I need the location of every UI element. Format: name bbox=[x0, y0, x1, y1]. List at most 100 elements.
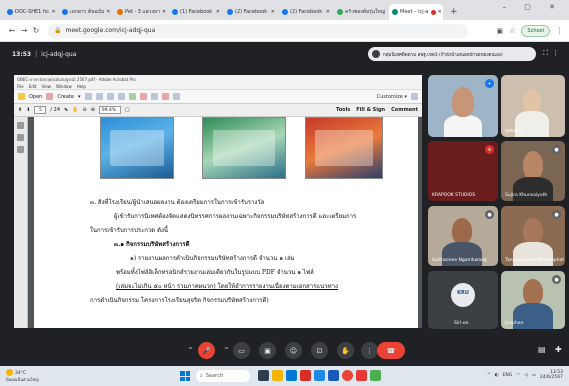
mic-options-caret[interactable]: ^ bbox=[188, 347, 193, 354]
participant-tile[interactable]: ● Tanawaraporn Khemaphat bbox=[501, 206, 565, 266]
extensions-icon[interactable]: ▣ bbox=[496, 27, 503, 35]
zoom-input[interactable]: 99.4% bbox=[98, 106, 121, 114]
present-button[interactable]: ⊡ bbox=[311, 342, 328, 359]
hand-tool-icon[interactable]: ✋ bbox=[72, 107, 78, 113]
tools-panel-button[interactable]: Tools bbox=[336, 107, 350, 113]
raise-hand-button[interactable]: ✋ bbox=[337, 342, 354, 359]
language-indicator[interactable]: ENG bbox=[503, 373, 513, 378]
weather-widget[interactable]: 34°C มีแดดเป็นส่วนใหญ่ bbox=[6, 369, 38, 384]
word-icon[interactable] bbox=[314, 370, 325, 381]
menu-view[interactable]: View bbox=[41, 84, 51, 89]
close-tab-icon[interactable]: ✕ bbox=[49, 9, 55, 15]
document-icon[interactable] bbox=[117, 93, 125, 100]
dropdown-icon[interactable]: ▾ bbox=[78, 94, 81, 100]
page-up-icon[interactable]: ⬆ bbox=[18, 107, 22, 113]
participant-tile[interactable]: ● Suthasinee Ngamkwang bbox=[428, 206, 498, 266]
bookmark-icon[interactable]: ☆ bbox=[509, 27, 515, 35]
menu-window[interactable]: Window bbox=[56, 84, 72, 89]
more-options-icon[interactable]: ⋮ bbox=[552, 49, 563, 57]
browser-tab[interactable]: (2) Facebook ✕ bbox=[279, 4, 333, 20]
camera-button[interactable]: ▭ bbox=[233, 342, 250, 359]
more-options-button[interactable]: ⋮ bbox=[361, 342, 378, 359]
close-tab-icon[interactable]: ✕ bbox=[385, 9, 388, 15]
volume-icon[interactable]: ◁ bbox=[524, 373, 527, 378]
highlight-icon[interactable] bbox=[150, 93, 158, 100]
menu-file[interactable]: File bbox=[17, 84, 24, 89]
comment-panel-button[interactable]: Comment bbox=[391, 107, 418, 113]
fullscreen-icon[interactable]: ⛶ bbox=[543, 49, 552, 57]
outlook-icon[interactable] bbox=[328, 370, 339, 381]
emoji-button[interactable]: ☺ bbox=[285, 342, 302, 359]
attachments-icon[interactable] bbox=[17, 146, 24, 153]
browser-tab[interactable]: (2) Facebook ✕ bbox=[224, 4, 278, 20]
select-tool-icon[interactable]: ⬉ bbox=[64, 107, 68, 113]
save-icon[interactable] bbox=[84, 93, 92, 100]
menu-edit[interactable]: Edit bbox=[29, 84, 37, 89]
profile-button[interactable]: School bbox=[521, 24, 550, 37]
battery-icon[interactable]: ▭ bbox=[532, 373, 536, 378]
page-number-input[interactable]: 5 bbox=[34, 106, 47, 114]
tray-app-icon[interactable]: ◐ bbox=[495, 373, 499, 378]
window-controls[interactable]: – ▢ ✕ bbox=[503, 3, 563, 11]
participant-tile[interactable]: KRU Siri-on bbox=[428, 271, 498, 329]
participant-tile[interactable]: ● Sujira Khunsaiyuth bbox=[501, 141, 565, 201]
reload-icon[interactable]: ↻ bbox=[30, 26, 42, 35]
close-tab-icon[interactable]: ✕ bbox=[324, 9, 330, 15]
menu-icon[interactable]: ⋮ bbox=[556, 27, 563, 35]
email-icon[interactable] bbox=[106, 93, 114, 100]
acrobat-icon[interactable] bbox=[356, 370, 367, 381]
store-icon[interactable] bbox=[300, 370, 311, 381]
close-tab-icon[interactable]: ✕ bbox=[160, 9, 166, 15]
close-tab-icon[interactable]: ✕ bbox=[214, 9, 220, 15]
comment-icon[interactable] bbox=[139, 93, 147, 100]
more-options-icon[interactable]: + bbox=[485, 79, 494, 88]
tray-chevron-icon[interactable]: ^ bbox=[487, 373, 491, 378]
participant-tile[interactable]: ⦸ KRAPOOK STUDIOS bbox=[428, 141, 498, 201]
expand-icon[interactable] bbox=[411, 93, 418, 100]
zoom-in-icon[interactable]: ⊕ bbox=[91, 107, 95, 113]
captions-button[interactable]: ▣ bbox=[259, 342, 276, 359]
task-view-icon[interactable] bbox=[258, 370, 269, 381]
app-icon[interactable] bbox=[370, 370, 381, 381]
browser-tab[interactable]: (1) Facebook ✕ bbox=[169, 4, 223, 20]
browser-tab[interactable]: Pet · 3 แสวงหา ✕ bbox=[114, 4, 168, 20]
mic-off-button[interactable]: 🎤 bbox=[198, 342, 215, 359]
create-button[interactable]: Create bbox=[57, 94, 74, 100]
bookmarks-icon[interactable] bbox=[17, 134, 24, 141]
browser-tab[interactable]: DOC-SHE1 fo: ✕ bbox=[4, 4, 58, 20]
thumbnails-icon[interactable] bbox=[17, 122, 24, 129]
taskbar-search[interactable]: ⌕ Search bbox=[196, 370, 250, 382]
wifi-icon[interactable]: ◠ bbox=[516, 373, 520, 378]
url-input[interactable]: 🔒 meet.google.com/icj-adqj-qua bbox=[48, 23, 468, 38]
chrome-icon[interactable] bbox=[342, 370, 353, 381]
forward-icon[interactable]: → bbox=[18, 26, 30, 35]
taskbar-clock[interactable]: 13:53 24/6/2567 bbox=[540, 370, 563, 380]
page-down-icon[interactable]: ⬇ bbox=[26, 107, 30, 113]
participant-tile[interactable]: ● jiraphan bbox=[501, 271, 565, 329]
zoom-out-icon[interactable]: ⊖ bbox=[82, 107, 86, 113]
leave-call-button[interactable]: ☎ bbox=[377, 342, 405, 359]
file-explorer-icon[interactable] bbox=[272, 370, 283, 381]
fit-page-icon[interactable]: ▢ bbox=[125, 107, 130, 113]
print-icon[interactable] bbox=[95, 93, 103, 100]
edge-icon[interactable] bbox=[286, 370, 297, 381]
attach-icon[interactable] bbox=[172, 93, 180, 100]
stamp-icon[interactable] bbox=[161, 93, 169, 100]
browser-tab[interactable]: ครัวซองท์อรุ่นใหญ่✕ bbox=[334, 4, 388, 20]
camera-options-caret[interactable]: ^ bbox=[224, 347, 229, 354]
fill-sign-panel-button[interactable]: Fill & Sign bbox=[356, 107, 385, 113]
browser-tab-active[interactable]: Meet – icj-a ✕ bbox=[389, 4, 443, 20]
new-tab-button[interactable]: + bbox=[444, 4, 464, 20]
close-tab-icon[interactable]: ✕ bbox=[436, 9, 442, 15]
close-tab-icon[interactable]: ✕ bbox=[104, 9, 110, 15]
menu-help[interactable]: Help bbox=[77, 84, 86, 89]
activities-icon[interactable]: ✚ bbox=[555, 345, 562, 354]
customize-button[interactable]: Customize ▾ bbox=[377, 94, 407, 100]
open-button[interactable]: Open bbox=[29, 94, 42, 100]
back-icon[interactable]: ← bbox=[6, 26, 18, 35]
presenting-notice[interactable]: กลุ่มนิเทศติดตาม สพฐ.เขต3 (กำลังนำเสนอหน… bbox=[368, 47, 536, 61]
participant-tile[interactable]: บุษบงกช bbox=[501, 75, 565, 137]
windows-start-icon[interactable] bbox=[180, 371, 190, 381]
settings-icon[interactable] bbox=[128, 93, 136, 100]
browser-tab[interactable]: เอกสาร ต้นฉบับ ✕ bbox=[59, 4, 113, 20]
